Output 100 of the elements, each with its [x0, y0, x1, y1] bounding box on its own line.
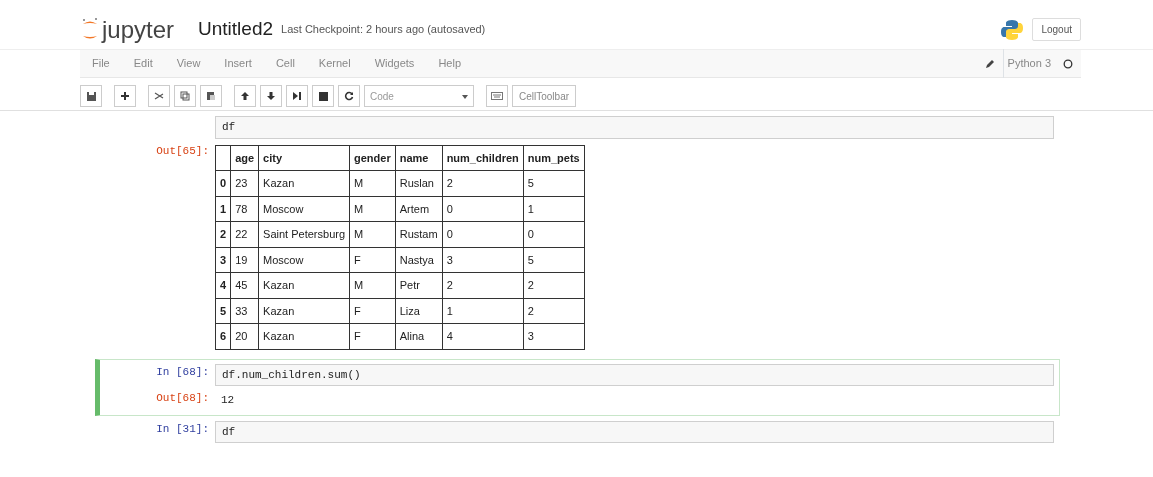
restart-icon — [344, 91, 354, 101]
table-cell: M — [349, 272, 396, 298]
column-header: name — [395, 145, 443, 171]
stop-icon — [318, 91, 328, 101]
table-cell: Moscow — [258, 196, 350, 222]
row-index: 2 — [215, 221, 231, 247]
keyboard-button[interactable] — [486, 85, 508, 107]
table-cell: Petr — [395, 272, 443, 298]
table-cell: 1 — [523, 196, 585, 222]
menu-item[interactable]: File — [80, 49, 122, 78]
output-prompt: Out[68]: — [155, 391, 210, 406]
table-cell: 0 — [442, 196, 524, 222]
row-index: 5 — [215, 298, 231, 324]
table-cell: F — [349, 247, 396, 273]
output-text: 12 — [220, 393, 236, 408]
table-cell: Ruslan — [395, 170, 443, 196]
paste-icon — [206, 91, 216, 101]
arrow-down-button[interactable] — [260, 85, 282, 107]
table-cell: 5 — [523, 170, 585, 196]
arrow-up-button[interactable] — [234, 85, 256, 107]
logout-button[interactable]: Logout — [1032, 18, 1081, 41]
table-cell: Alina — [395, 323, 443, 349]
table-cell: 0 — [523, 221, 585, 247]
notebook-cell[interactable]: In [31]: df — [95, 415, 1060, 448]
table-cell: Artem — [395, 196, 443, 222]
table-cell: 3 — [442, 247, 524, 273]
code-input[interactable]: df.num_children.sum() — [215, 363, 1054, 386]
table-cell: 23 — [230, 170, 259, 196]
scissors-icon — [154, 91, 164, 101]
table-cell: 0 — [442, 221, 524, 247]
table-cell: 22 — [230, 221, 259, 247]
row-index: 3 — [215, 247, 231, 273]
table-cell: Rustam — [395, 221, 443, 247]
menu-item[interactable]: Kernel — [306, 49, 363, 78]
menu-item[interactable]: Widgets — [362, 49, 427, 78]
stop-button[interactable] — [312, 85, 334, 107]
table-cell: 78 — [230, 196, 259, 222]
checkpoint-status: Last Checkpoint: 2 hours ago (autosaved) — [281, 22, 486, 38]
menu-item[interactable]: Cell — [263, 49, 307, 78]
plus-button[interactable] — [114, 85, 136, 107]
table-cell: Liza — [395, 298, 443, 324]
table-cell: 2 — [442, 170, 524, 196]
notebook-name[interactable]: Untitled2 — [198, 15, 274, 44]
column-header: age — [230, 145, 259, 171]
row-index: 4 — [215, 272, 231, 298]
row-index: 0 — [215, 170, 231, 196]
table-cell: Kazan — [258, 272, 350, 298]
menu-item[interactable]: Edit — [121, 49, 165, 78]
table-cell: Saint Petersburg — [258, 221, 350, 247]
table-cell: M — [349, 196, 396, 222]
copy-icon — [180, 91, 190, 101]
paste-button[interactable] — [200, 85, 222, 107]
copy-button[interactable] — [174, 85, 196, 107]
save-icon — [85, 90, 97, 102]
run-button[interactable] — [286, 85, 308, 107]
table-cell: Kazan — [258, 298, 350, 324]
arrow-down-icon — [266, 91, 276, 101]
save-button[interactable] — [80, 85, 102, 107]
keyboard-icon — [491, 92, 503, 100]
table-cell: 5 — [523, 247, 585, 273]
table-cell: Moscow — [258, 247, 350, 273]
table-cell: M — [349, 170, 396, 196]
menu-item[interactable]: Insert — [212, 49, 264, 78]
code-input[interactable]: df — [215, 420, 1054, 443]
table-cell: 2 — [523, 298, 585, 324]
output-prompt: Out[65]: — [155, 143, 210, 159]
table-cell: F — [349, 323, 396, 349]
code-input[interactable]: df — [215, 116, 1054, 139]
arrow-up-icon — [240, 91, 250, 101]
table-cell: 33 — [230, 298, 259, 324]
table-cell: Nastya — [395, 247, 443, 273]
scissors-button[interactable] — [148, 85, 170, 107]
column-header: gender — [349, 145, 396, 171]
table-cell: 3 — [523, 323, 585, 349]
table-cell: 45 — [230, 272, 259, 298]
table-cell: 2 — [523, 272, 585, 298]
table-cell: 2 — [442, 272, 524, 298]
input-prompt: In [68]: — [155, 364, 210, 380]
kernel-name: Python 3 — [1002, 49, 1063, 78]
table-cell: Kazan — [258, 323, 350, 349]
run-icon — [292, 91, 302, 101]
restart-button[interactable] — [338, 85, 360, 107]
table-cell: 1 — [442, 298, 524, 324]
table-cell: 19 — [230, 247, 259, 273]
menu-item[interactable]: View — [164, 49, 213, 78]
column-header: num_pets — [523, 145, 585, 171]
column-header: city — [258, 145, 350, 171]
cell-toolbar-button[interactable]: CellToolbar — [512, 85, 577, 107]
column-header: num_children — [442, 145, 524, 171]
cell-type-select[interactable]: Code — [364, 85, 474, 107]
row-index: 6 — [215, 323, 231, 349]
row-index: 1 — [215, 196, 231, 222]
table-cell: Kazan — [258, 170, 350, 196]
python-logo-icon — [1000, 17, 1025, 42]
table-cell: M — [349, 221, 396, 247]
menu-item[interactable]: Help — [426, 49, 473, 78]
table-cell: F — [349, 298, 396, 324]
logo-text[interactable]: jupyter — [102, 17, 175, 42]
plus-icon — [120, 91, 130, 101]
input-prompt: In [31]: — [155, 421, 210, 437]
